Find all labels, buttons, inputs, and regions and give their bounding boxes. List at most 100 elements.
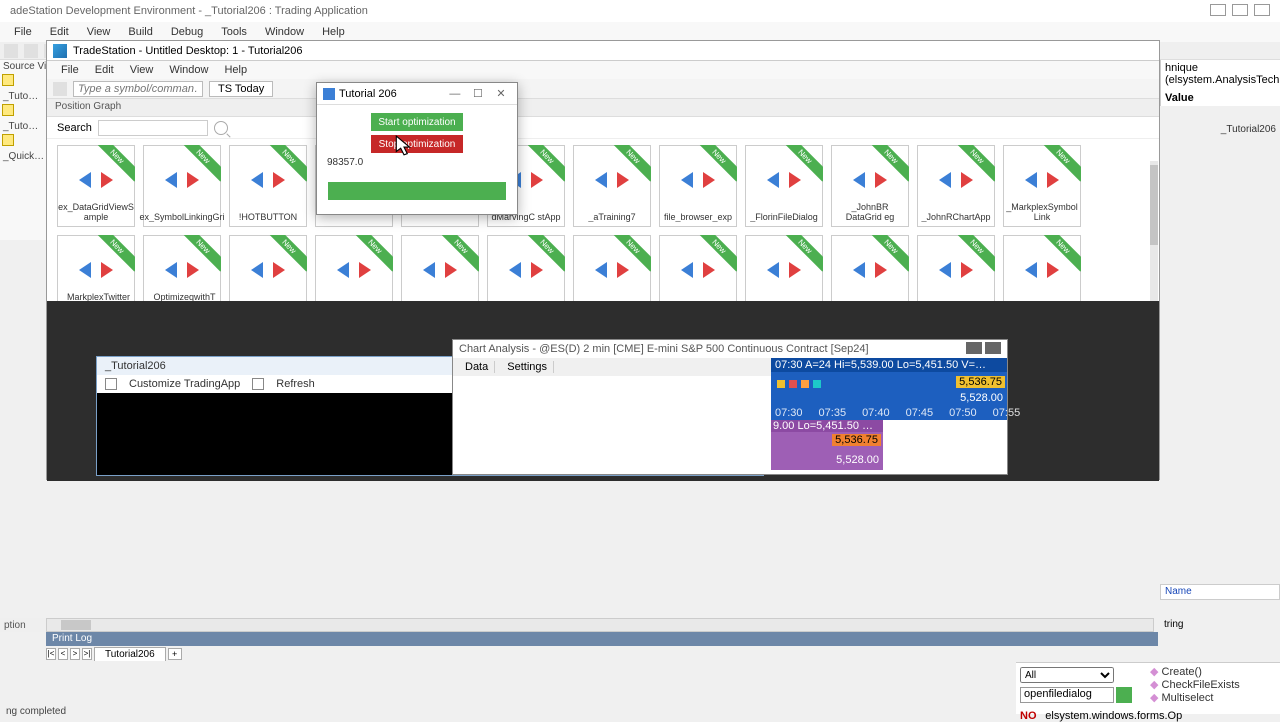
app-tile[interactable]: file_browser_exp	[659, 145, 737, 227]
tab-nav-prev[interactable]: <	[58, 648, 68, 660]
search-icon[interactable]	[214, 121, 228, 135]
inner-toolbar: TS Today	[47, 79, 1159, 99]
search-input[interactable]	[98, 120, 208, 136]
maximize-button[interactable]: ☐	[468, 87, 488, 100]
app-tile[interactable]: ex_DataGridViewS ample	[57, 145, 135, 227]
value-header: Value	[1165, 92, 1276, 104]
resource-view-panel: Source View _Tuto… _Tuto… _Quick…	[0, 60, 46, 240]
time-axis: 07:3007:3507:4007:4507:5007:55	[775, 407, 1020, 419]
optimization-value: 98357.0	[327, 157, 363, 168]
menu-view[interactable]: View	[79, 24, 119, 40]
footer-tab[interactable]: Tutorial206	[94, 647, 166, 661]
menu-tools[interactable]: Tools	[213, 24, 255, 40]
chart-lower-pane[interactable]: 9.00 Lo=5,451.50 … 5,536.75 5,528.00	[771, 420, 883, 470]
search-label: Search	[57, 122, 92, 134]
go-button[interactable]	[1116, 687, 1132, 703]
inner-menu-file[interactable]: File	[53, 62, 87, 78]
menu-window[interactable]: Window	[257, 24, 312, 40]
tab-nav-first[interactable]: |<	[46, 648, 56, 660]
tree-item[interactable]: _Tuto…	[0, 120, 46, 133]
folder-icon[interactable]	[2, 74, 14, 86]
folder-icon[interactable]	[2, 104, 14, 116]
app-tile[interactable]: _MarkplexSymbol Link	[1003, 145, 1081, 227]
menu-help[interactable]: Help	[314, 24, 353, 40]
menu-build[interactable]: Build	[120, 24, 160, 40]
toolbar-icon[interactable]	[24, 44, 38, 58]
outer-titlebar: adeStation Development Environment - _Tu…	[0, 0, 1280, 22]
inner-menu-edit[interactable]: Edit	[87, 62, 122, 78]
tree-item[interactable]: _Quick…	[0, 150, 46, 163]
inner-menu-help[interactable]: Help	[216, 62, 255, 78]
outer-window-controls[interactable]	[1204, 4, 1270, 19]
ts-today-button[interactable]: TS Today	[209, 81, 273, 97]
filter-select[interactable]: All	[1020, 667, 1114, 683]
close-button[interactable]: ✕	[491, 87, 511, 100]
tutorial206-dialog: Tutorial 206 — ☐ ✕ Start optimization St…	[316, 82, 518, 215]
toolbar-icon[interactable]	[4, 44, 18, 58]
outer-menubar: File Edit View Build Debug Tools Window …	[0, 22, 1280, 42]
outer-title: adeStation Development Environment - _Tu…	[10, 5, 368, 17]
toolbar-icon[interactable]	[53, 82, 67, 96]
tile-caption: file_browser_exp	[664, 212, 732, 222]
chart-analysis-panel: Chart Analysis - @ES(D) 2 min [CME] E-mi…	[452, 339, 1008, 475]
class-input[interactable]: openfiledialog	[1020, 687, 1114, 703]
refresh-button[interactable]: Refresh	[276, 378, 315, 390]
panel-title: _Tutorial206	[105, 360, 166, 372]
minimize-button[interactable]: —	[445, 88, 465, 100]
mouse-cursor-icon	[395, 135, 413, 157]
name-header: Name	[1160, 584, 1280, 600]
no-badge: NO	[1020, 710, 1037, 722]
app-tile[interactable]: _aTraining7	[573, 145, 651, 227]
app-tile[interactable]: !HOTBUTTON	[229, 145, 307, 227]
tab-nav-last[interactable]: >|	[82, 648, 92, 660]
value-item[interactable]: _Tutorial206	[1221, 124, 1276, 135]
app-tile[interactable]: _JohnBR DataGrid eg	[831, 145, 909, 227]
members-panel: All openfiledialog Create()CheckFileExis…	[1016, 662, 1280, 714]
customize-button[interactable]: Customize TradingApp	[129, 378, 240, 390]
resource-view-label: Source View	[0, 60, 46, 73]
app-tile[interactable]: ex_SymbolLinkingGri	[143, 145, 221, 227]
status-bar: ng completed	[0, 704, 200, 720]
dialog-title: Tutorial 206	[339, 88, 397, 100]
menu-edit[interactable]: Edit	[42, 24, 77, 40]
tab-nav-next[interactable]: >	[70, 648, 80, 660]
namespace-label: elsystem.windows.forms.Op	[1045, 710, 1182, 722]
symbol-input[interactable]	[73, 81, 203, 97]
customize-icon	[105, 378, 117, 390]
search-row: Search	[47, 117, 1159, 139]
inner-menu-window[interactable]: Window	[161, 62, 216, 78]
namespace-row: NO elsystem.windows.forms.Op	[1016, 710, 1182, 722]
folder-icon[interactable]	[2, 134, 14, 146]
price-label: 5,536.75	[956, 376, 1005, 388]
tree-item[interactable]: _Tuto…	[0, 90, 46, 103]
member-item[interactable]: Create()	[1150, 665, 1276, 678]
member-item[interactable]: Multiselect	[1150, 691, 1276, 704]
app-tile[interactable]: _FlorinFileDialog	[745, 145, 823, 227]
print-log-header[interactable]: Print Log	[46, 632, 1158, 646]
settings-dropdown[interactable]: Settings	[501, 361, 554, 373]
position-graph-header: Position Graph	[47, 99, 1159, 117]
tile-caption: _JohnBR DataGrid eg	[834, 202, 906, 222]
app-tile[interactable]: _JohnRChartApp	[917, 145, 995, 227]
horizontal-scrollbar[interactable]	[46, 618, 1154, 632]
tile-caption: _JohnRChartApp	[921, 212, 990, 222]
tile-caption: ex_DataGridViewS ample	[58, 202, 134, 222]
tile-caption: ex_SymbolLinkingGri	[139, 212, 224, 222]
chart-upper-pane[interactable]: 07:30 A=24 Hi=5,539.00 Lo=5,451.50 V=… 5…	[771, 358, 1007, 420]
menu-debug[interactable]: Debug	[163, 24, 211, 40]
stop-optimization-button[interactable]: Stop optimization	[371, 135, 463, 153]
chart-title: Chart Analysis - @ES(D) 2 min [CME] E-mi…	[459, 343, 869, 355]
data-dropdown[interactable]: Data	[459, 361, 495, 373]
technique-label: hnique (elsystem.AnalysisTechnic	[1165, 62, 1276, 86]
chart-window-controls[interactable]	[963, 342, 1001, 357]
description-label: ption	[0, 618, 46, 632]
inner-menu-view[interactable]: View	[122, 62, 162, 78]
menu-file[interactable]: File	[6, 24, 40, 40]
progress-bar	[328, 182, 506, 200]
member-item[interactable]: CheckFileExists	[1150, 678, 1276, 691]
inner-title: TradeStation - Untitled Desktop: 1 - Tut…	[73, 45, 303, 57]
app-icon	[53, 44, 67, 58]
add-tab-button[interactable]: +	[168, 648, 182, 660]
refresh-icon	[252, 378, 264, 390]
start-optimization-button[interactable]: Start optimization	[371, 113, 463, 131]
